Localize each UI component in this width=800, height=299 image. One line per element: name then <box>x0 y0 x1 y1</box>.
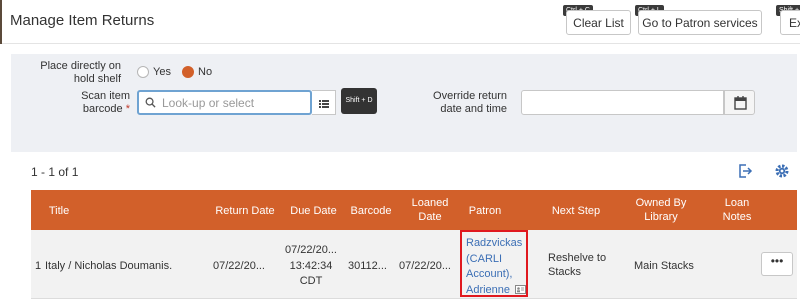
export-icon[interactable] <box>737 163 753 179</box>
go-to-patron-services-button[interactable]: Go to Patron services <box>638 10 762 35</box>
hold-shelf-no-label[interactable]: No <box>198 66 212 78</box>
col-header-loaned-date[interactable]: Loaned Date <box>407 196 453 224</box>
calendar-icon <box>734 96 747 110</box>
hold-shelf-no-radio[interactable] <box>182 66 194 78</box>
page-header: Manage Item Returns Ctrl + C Clear List … <box>0 0 800 44</box>
scan-barcode-placeholder: Look-up or select <box>162 96 255 110</box>
row-return-date: 07/22/20... <box>213 260 265 272</box>
more-icon: ••• <box>770 254 784 268</box>
required-mark: * <box>125 103 130 115</box>
col-header-owned-by-library[interactable]: Owned By Library <box>628 196 694 224</box>
header-accent-bar <box>0 0 2 44</box>
col-header-title[interactable]: Title <box>31 204 87 218</box>
col-header-due-date[interactable]: Due Date <box>285 204 342 218</box>
patron-link[interactable]: Radzvickas (CARLI Account), Adrienne <box>466 236 528 298</box>
search-icon <box>145 97 156 108</box>
hold-shelf-yes-label[interactable]: Yes <box>153 66 171 78</box>
hold-shelf-yes-radio[interactable] <box>137 66 149 78</box>
row-index: 1 <box>35 260 42 272</box>
list-icon <box>319 100 329 108</box>
calendar-button[interactable] <box>724 90 755 115</box>
override-date-label: Override return date and time <box>433 90 507 115</box>
scan-shortcut-tooltip: Shift + D <box>341 88 377 114</box>
row-barcode: 30112... <box>348 260 387 272</box>
results-count: 1 - 1 of 1 <box>31 165 79 179</box>
row-actions-button[interactable]: ••• <box>761 252 793 276</box>
col-header-barcode[interactable]: Barcode <box>344 204 398 218</box>
exit-button[interactable]: Ex <box>780 10 800 35</box>
col-header-patron[interactable]: Patron <box>460 204 510 218</box>
row-title: Italy / Nicholas Doumanis. <box>45 260 173 272</box>
settings-icon[interactable] <box>774 163 790 179</box>
scan-barcode-input[interactable]: Look-up or select <box>137 90 312 115</box>
scan-barcode-label: Scan item barcode * <box>60 90 130 116</box>
row-loaned-date: 07/22/20... <box>399 260 451 272</box>
barcode-list-button[interactable] <box>312 90 336 115</box>
clear-list-button[interactable]: Clear List <box>566 10 631 35</box>
patron-name[interactable]: Radzvickas (CARLI Account), Adrienne <box>466 237 522 296</box>
override-date-input[interactable] <box>521 90 724 115</box>
hold-shelf-label: Place directly on hold shelf <box>40 60 121 85</box>
col-header-next-step[interactable]: Next Step <box>544 204 608 218</box>
row-due-date: 07/22/20... 13:42:34 CDT <box>285 244 337 287</box>
col-header-return-date[interactable]: Return Date <box>212 204 278 218</box>
row-owned-by-library: Main Stacks <box>634 260 694 272</box>
scan-barcode-label-text: Scan item barcode <box>81 90 130 115</box>
patron-card-icon[interactable] <box>515 284 527 294</box>
col-header-loan-notes[interactable]: Loan Notes <box>714 196 760 224</box>
page-title: Manage Item Returns <box>10 12 155 29</box>
row-next-step: Reshelve to Stacks <box>548 252 607 278</box>
